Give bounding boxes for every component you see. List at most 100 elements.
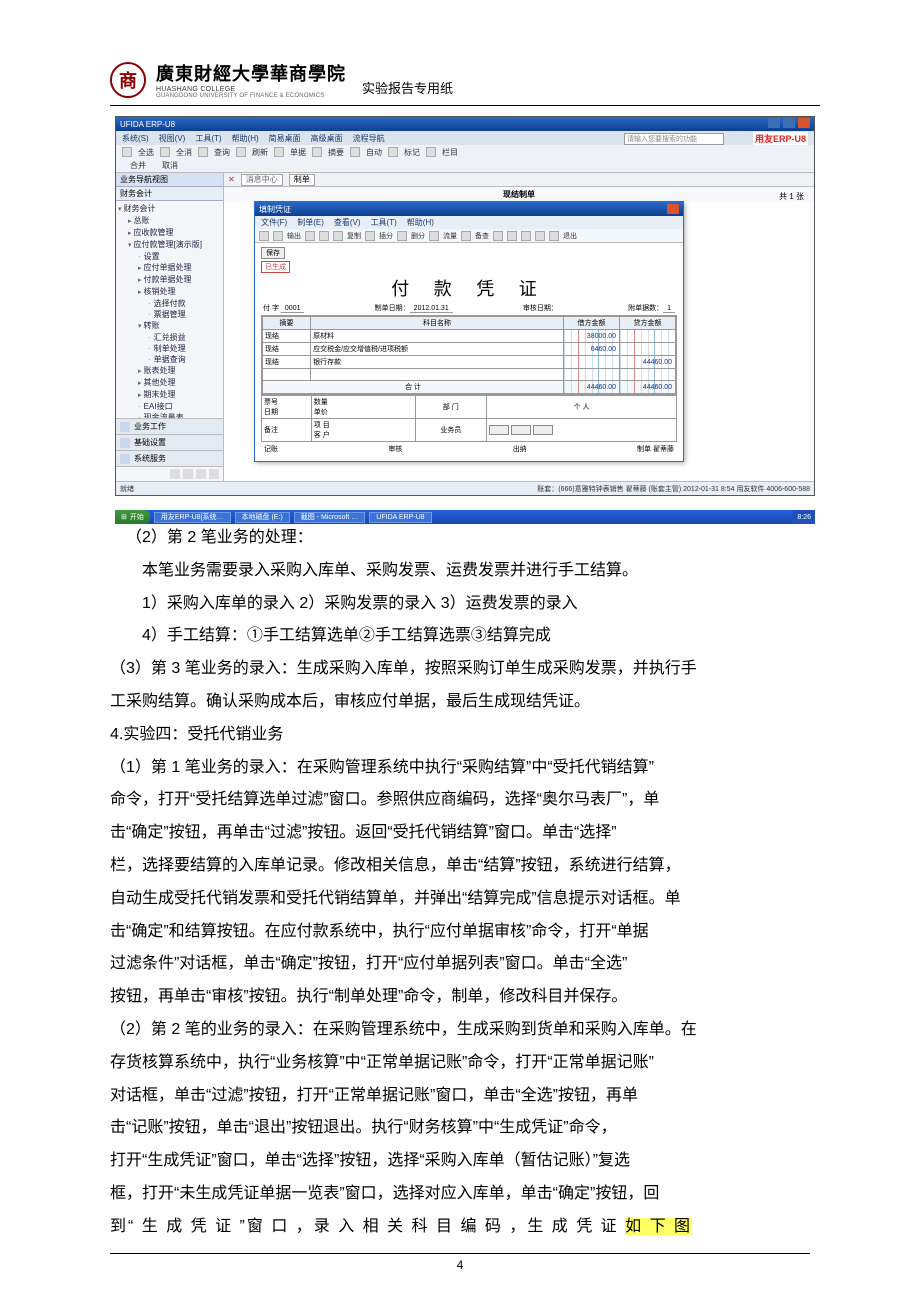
toolbar-label[interactable]: 摘要	[328, 147, 344, 158]
nav-section-button[interactable]: 基础设置	[116, 434, 223, 450]
taskbar-item[interactable]: 截图 - Microsoft …	[294, 512, 366, 523]
toolbar-icon[interactable]	[397, 231, 407, 241]
cell-account[interactable]: 银行存款	[311, 356, 564, 369]
start-button[interactable]: ⊞开始	[115, 510, 150, 524]
mini-button[interactable]	[489, 425, 509, 435]
cell-account[interactable]: 应交税金/应交增值税/进项税额	[311, 343, 564, 356]
toolbar-icon[interactable]	[507, 231, 517, 241]
toolbar-label[interactable]: 备查	[475, 231, 489, 241]
toolbar-icon[interactable]	[198, 147, 208, 157]
tree-node[interactable]: 制单处理	[118, 343, 221, 354]
close-button[interactable]	[798, 118, 810, 128]
voucher-row[interactable]: 现结原材料38000.00	[263, 330, 676, 343]
toolbar-label[interactable]: 合并	[130, 160, 146, 171]
tab-messages[interactable]: 消息中心	[241, 174, 283, 186]
search-input[interactable]: 请输入您要搜索的功能	[624, 133, 724, 145]
toolbar-label[interactable]: 流量	[443, 231, 457, 241]
toolbar-label[interactable]: 插分	[379, 231, 393, 241]
tree-node[interactable]: 单据查询	[118, 354, 221, 365]
toolbar-icon[interactable]	[319, 231, 329, 241]
tree-node[interactable]: 其他处理	[118, 377, 221, 389]
toolbar-label[interactable]: 删分	[411, 231, 425, 241]
nav-mini-icon[interactable]	[209, 469, 219, 479]
taskbar-item[interactable]: 本地磁盘 (E:)	[235, 512, 290, 523]
toolbar-label[interactable]: 查询	[214, 147, 230, 158]
toolbar-icon[interactable]	[461, 231, 471, 241]
toolbar-icon[interactable]	[259, 231, 269, 241]
toolbar-label[interactable]: 复制	[347, 231, 361, 241]
toolbar-label[interactable]: 栏目	[442, 147, 458, 158]
toolbar-icon[interactable]	[273, 231, 283, 241]
toolbar-icon[interactable]	[236, 147, 246, 157]
nav-mini-icon[interactable]	[170, 469, 180, 479]
tab-active[interactable]: 制单	[289, 174, 315, 186]
tree-node[interactable]: 票据管理	[118, 309, 221, 320]
toolbar-label[interactable]: 单据	[290, 147, 306, 158]
tree-node[interactable]: EAI接口	[118, 401, 221, 412]
tree-node[interactable]: 设置	[118, 251, 221, 262]
tree-node[interactable]: 应收款管理	[118, 227, 221, 239]
toolbar-icon[interactable]	[122, 147, 132, 157]
toolbar-label[interactable]: 退出	[563, 231, 577, 241]
nav-section-button[interactable]: 业务工作	[116, 418, 223, 434]
tree-node[interactable]: 应付单据处理	[118, 262, 221, 274]
toolbar-icon[interactable]	[160, 147, 170, 157]
nav-section-button[interactable]: 系统服务	[116, 450, 223, 466]
menu-item[interactable]: 帮助(H)	[232, 133, 259, 144]
tree-node[interactable]: 总账	[118, 215, 221, 227]
menu-item[interactable]: 系统(S)	[122, 133, 149, 144]
voucher-number[interactable]: 0001	[281, 305, 305, 313]
toolbar-icon[interactable]	[350, 147, 360, 157]
tree-node[interactable]: 财务会计	[118, 203, 221, 215]
toolbar-icon[interactable]	[274, 147, 284, 157]
toolbar-icon[interactable]	[312, 147, 322, 157]
nav-mini-icon[interactable]	[183, 469, 193, 479]
maximize-button[interactable]	[783, 118, 795, 128]
toolbar-icon[interactable]	[493, 231, 503, 241]
tab-close-icon[interactable]: ✕	[228, 175, 235, 184]
save-button[interactable]: 保存	[261, 247, 285, 259]
tree-node[interactable]: 核销处理	[118, 286, 221, 298]
toolbar-icon[interactable]	[333, 231, 343, 241]
voucher-menu-item[interactable]: 查看(V)	[334, 217, 361, 228]
cell-summary[interactable]: 现结	[263, 330, 311, 343]
cell-summary[interactable]: 现结	[263, 356, 311, 369]
menu-item[interactable]: 工具(T)	[195, 133, 221, 144]
toolbar-label[interactable]: 全消	[176, 147, 192, 158]
tree-node[interactable]: 选择付款	[118, 298, 221, 309]
menu-item[interactable]: 高级桌面	[311, 133, 343, 144]
nav-mini-icon[interactable]	[196, 469, 206, 479]
voucher-date[interactable]: 2012.01.31	[410, 305, 453, 313]
taskbar-item[interactable]: UFIDA ERP-U8	[369, 512, 431, 523]
toolbar-icon[interactable]	[388, 147, 398, 157]
tree-node[interactable]: 期末处理	[118, 389, 221, 401]
toolbar-label[interactable]: 刷新	[252, 147, 268, 158]
mini-button[interactable]	[511, 425, 531, 435]
cell-account[interactable]: 原材料	[311, 330, 564, 343]
voucher-menu-item[interactable]: 制单(E)	[297, 217, 324, 228]
menu-item[interactable]: 简易桌面	[269, 133, 301, 144]
voucher-close-button[interactable]	[667, 204, 679, 214]
toolbar-label[interactable]: 取消	[162, 160, 178, 171]
taskbar-item[interactable]: 用友ERP-U8[系统…	[154, 512, 231, 523]
voucher-menu-item[interactable]: 帮助(H)	[407, 217, 434, 228]
toolbar-icon[interactable]	[365, 231, 375, 241]
toolbar-label[interactable]: 自动	[366, 147, 382, 158]
minimize-button[interactable]	[768, 118, 780, 128]
toolbar-label[interactable]: 标记	[404, 147, 420, 158]
tree-node[interactable]: 付款单据处理	[118, 274, 221, 286]
cell-summary[interactable]: 现结	[263, 343, 311, 356]
voucher-menu-item[interactable]: 文件(F)	[261, 217, 287, 228]
toolbar-icon[interactable]	[535, 231, 545, 241]
voucher-row[interactable]: 现结银行存款44460.00	[263, 356, 676, 369]
toolbar-icon[interactable]	[305, 231, 315, 241]
toolbar-icon[interactable]	[426, 147, 436, 157]
toolbar-icon[interactable]	[521, 231, 531, 241]
tree-node[interactable]: 应付款管理[演示版]	[118, 239, 221, 251]
attach-count[interactable]: 1	[663, 305, 675, 313]
tree-node[interactable]: 转账	[118, 320, 221, 332]
tree-node[interactable]: 账表处理	[118, 365, 221, 377]
voucher-row[interactable]: 现结应交税金/应交增值税/进项税额6460.00	[263, 343, 676, 356]
tree-node[interactable]: 汇兑损益	[118, 332, 221, 343]
menu-item[interactable]: 流程导航	[353, 133, 385, 144]
